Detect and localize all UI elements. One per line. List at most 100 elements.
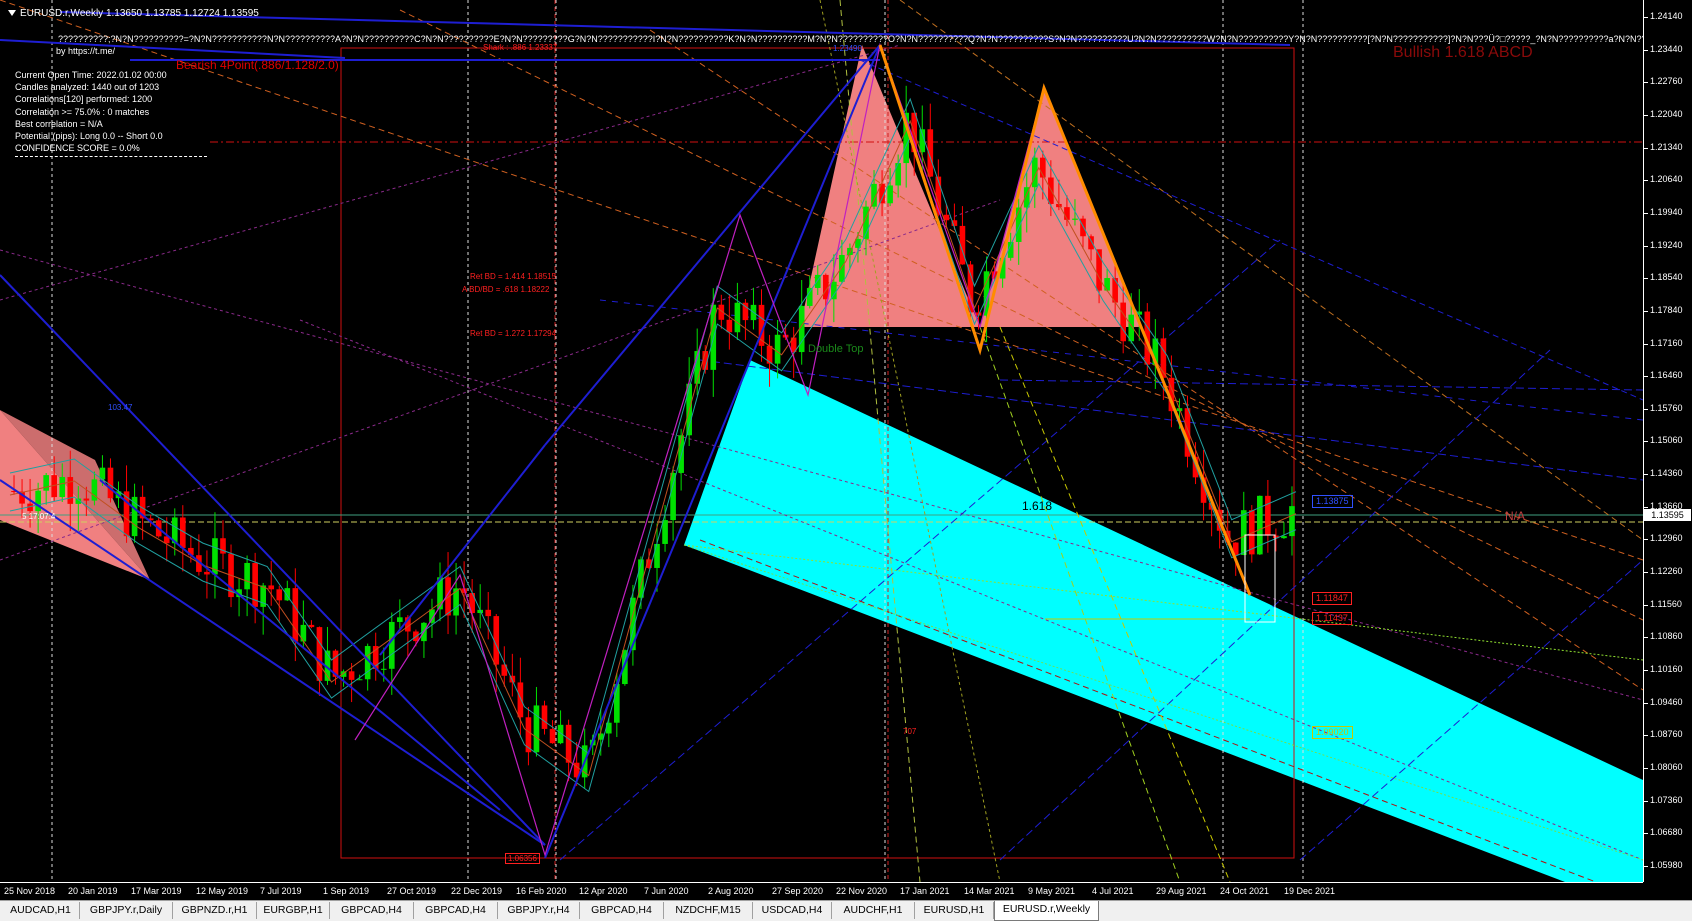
time-tick: 20 Jan 2019 — [68, 886, 118, 896]
low-price-label: 1.06356 — [505, 853, 540, 864]
candle-body — [1104, 278, 1110, 291]
blue-trend-line — [0, 479, 546, 846]
candle-body — [541, 705, 548, 729]
candle-body — [268, 585, 275, 590]
candle-body — [774, 334, 781, 364]
symbol-header-text: EURUSD.r,Weekly 1.13650 1.13785 1.12724 … — [20, 8, 259, 19]
candle-body — [831, 281, 837, 300]
price-tick: 1.08760 — [1644, 729, 1683, 740]
time-tick: 27 Oct 2019 — [387, 886, 437, 896]
info-panel: Current Open Time: 2022.01.02 00:00 Cand… — [15, 69, 207, 158]
candle-time-label: 5 17:07:4 — [22, 512, 56, 521]
price-tick: 1.16460 — [1644, 370, 1683, 381]
chart-tab[interactable]: GBPCAD,H4 — [414, 902, 498, 919]
level-box-red-1: 1.11847 — [1312, 592, 1352, 605]
time-tick: 14 Mar 2021 — [964, 886, 1015, 896]
diagonal-guide-line — [559, 239, 1281, 861]
price-tick: 1.12960 — [1644, 533, 1683, 544]
info-line: Candles analyzed: 1440 out of 1203 — [15, 82, 160, 93]
time-tick: 7 Jun 2020 — [644, 886, 689, 896]
chart-tab[interactable]: AUDCHF,H1 — [832, 902, 915, 919]
chart-area[interactable]: EURUSD.r,Weekly 1.13650 1.13785 1.12724 … — [0, 0, 1692, 901]
price-axis[interactable]: 1.24140 1.23440 1.22760 1.22040 1.21340 1.206… — [1643, 0, 1692, 882]
candle-body — [525, 717, 532, 753]
time-axis[interactable]: 25 Nov 2018 20 Jan 2019 17 Mar 2019 12 May … — [0, 882, 1643, 901]
chart-tab[interactable]: USDCAD,H4 — [753, 902, 832, 919]
chart-tab[interactable]: EURUSD.r,Weekly — [994, 901, 1099, 921]
candle-body — [806, 288, 813, 306]
candle-body — [1240, 510, 1247, 555]
double-top-label: Double Top — [808, 343, 864, 355]
byline: by https://t.me/ — [56, 46, 116, 56]
time-tick: 2 Aug 2020 — [708, 886, 754, 896]
candle-body — [292, 588, 299, 642]
candle-body — [1088, 236, 1094, 250]
candle-body — [107, 467, 114, 499]
value-label: 103.47 — [108, 403, 133, 412]
level-box-yellow: 1.09020 — [1312, 726, 1353, 739]
info-line: Correlation >= 75.0% : 0 matches — [15, 106, 150, 117]
candle-body — [43, 475, 49, 491]
chart-tab[interactable]: EURGBP,H1 — [257, 902, 330, 919]
candle-body — [565, 724, 572, 763]
chart-tab[interactable]: AUDCAD,H1 — [2, 902, 80, 919]
candle-body — [670, 472, 676, 521]
price-tick: 1.19940 — [1644, 206, 1683, 217]
time-tick: 29 Aug 2021 — [1156, 886, 1207, 896]
price-tick: 1.12260 — [1644, 566, 1683, 577]
price-tick: 1.11560 — [1644, 598, 1682, 609]
time-tick: 16 Feb 2020 — [516, 886, 567, 896]
garbled-indicator-text: ??????????;?N?N??????????=?N?N??????????… — [58, 34, 1692, 44]
chart-tab[interactable]: GBPNZD.r,H1 — [173, 902, 257, 919]
time-tick: 22 Nov 2020 — [836, 886, 888, 896]
chart-canvas[interactable] — [0, 0, 1643, 882]
candle-body — [549, 728, 556, 744]
chart-tab-bar: AUDCAD,H1 GBPJPY.r,Daily GBPNZD.r,H1 EURGBP… — [0, 900, 1692, 921]
blue-trend-line — [0, 274, 546, 846]
bullish-pattern-label: Bullish 1.618 ABCD — [1393, 44, 1533, 61]
time-tick: 1 Sep 2019 — [323, 886, 370, 896]
candle-body — [59, 477, 66, 498]
price-tick: 1.07360 — [1644, 794, 1683, 805]
dropdown-triangle-icon[interactable] — [8, 10, 16, 16]
time-tick: 4 Jul 2021 — [1092, 886, 1134, 896]
current-price-box: 1.13595 — [1644, 509, 1691, 521]
chart-tab[interactable]: GBPJPY.r,Daily — [80, 902, 173, 919]
price-tick: 1.20640 — [1644, 174, 1683, 185]
level-box-blue: 1.13875 — [1312, 495, 1353, 508]
info-line: Best correlation = N/A — [15, 118, 103, 129]
price-tick: 1.22760 — [1644, 76, 1683, 87]
candle-body — [348, 671, 355, 680]
chart-tab[interactable]: GBPCAD,H4 — [580, 902, 664, 919]
blue-trend-line — [379, 444, 546, 656]
chart-tab[interactable]: EURUSD,H1 — [915, 902, 994, 919]
price-tick: 1.18540 — [1644, 272, 1683, 283]
price-tick: 1.24140 — [1644, 11, 1683, 21]
fib-1618-label: 1.618 — [1022, 499, 1053, 513]
time-tick: 7 Jul 2019 — [260, 886, 302, 896]
diagonal-guide-line — [999, 379, 1643, 391]
blue-trend-line — [99, 479, 501, 811]
price-tick: 1.22040 — [1644, 108, 1683, 119]
time-tick: 9 May 2021 — [1028, 886, 1076, 896]
candle-body — [276, 589, 283, 601]
ret-bd-1414-label: Ret BD = 1.414 1.18515 — [470, 272, 557, 281]
level-box-red-2: 1.11437 — [1312, 612, 1352, 625]
candle-body — [1072, 218, 1078, 220]
price-tick: 1.06680 — [1644, 827, 1683, 838]
candle-body — [895, 163, 901, 186]
symbol-header: EURUSD.r,Weekly 1.13650 1.13785 1.12724 … — [8, 8, 259, 19]
chart-tab[interactable]: GBPCAD,H4 — [330, 902, 414, 919]
candle-body — [734, 302, 741, 333]
a-bd-label: A BD/BD = .618 1.18222 — [462, 285, 550, 294]
price-tick: 1.21340 — [1644, 141, 1683, 152]
chart-tab[interactable]: GBPJPY.r,H4 — [498, 902, 580, 919]
chart-tab[interactable]: NZDCHF,M15 — [664, 902, 753, 919]
candle-body — [397, 617, 403, 622]
time-tick: 17 Mar 2019 — [131, 886, 182, 896]
candle-body — [726, 319, 733, 333]
candle-body — [839, 254, 845, 282]
time-tick: 17 Jan 2021 — [900, 886, 950, 896]
ret-bd-1272-label: Ret BD = 1.272 1.17294 — [470, 329, 557, 338]
price-tick: 1.15760 — [1644, 402, 1683, 413]
